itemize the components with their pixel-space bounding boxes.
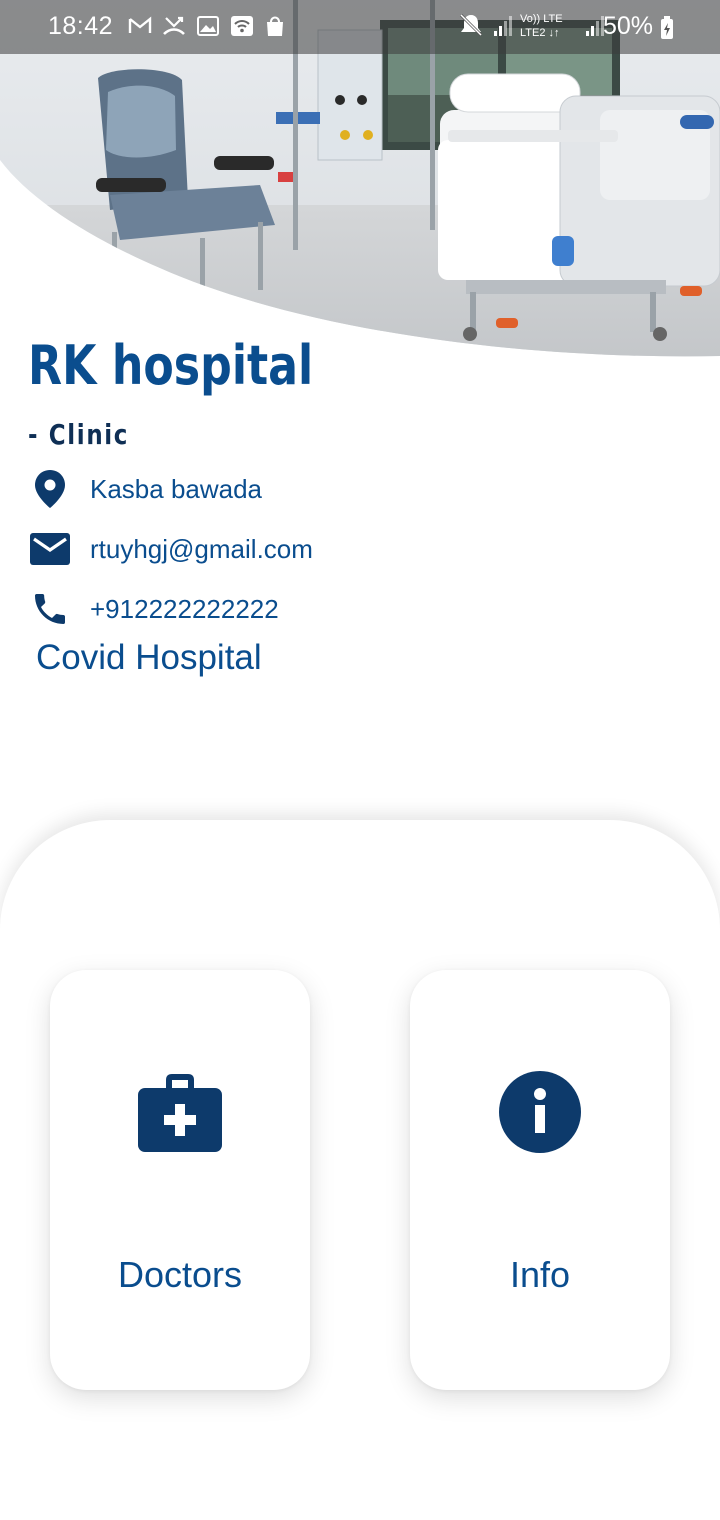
hospital-room-photo bbox=[0, 0, 720, 360]
address-row[interactable]: Kasba bawada bbox=[28, 467, 262, 511]
email-text: rtuyhgj@gmail.com bbox=[90, 533, 313, 564]
svg-text:Vo)) LTE: Vo)) LTE bbox=[520, 13, 563, 25]
info-icon bbox=[498, 1070, 582, 1154]
status-time: 18:42 bbox=[48, 12, 114, 40]
missed-call-icon bbox=[162, 15, 186, 42]
medical-bag-icon bbox=[138, 1070, 222, 1154]
shopping-bag-icon bbox=[264, 14, 286, 43]
battery-charging-icon bbox=[660, 16, 674, 45]
phone-text: +912222222222 bbox=[90, 593, 279, 624]
info-card[interactable]: Info bbox=[410, 970, 670, 1390]
wifi-icon bbox=[230, 15, 254, 42]
phone-row[interactable]: +912222222222 bbox=[28, 587, 279, 631]
gmail-icon bbox=[128, 16, 152, 41]
email-row[interactable]: rtuyhgj@gmail.com bbox=[28, 527, 313, 571]
signal-icon bbox=[584, 13, 604, 42]
phone-icon bbox=[28, 587, 72, 631]
hospital-type: - Clinic bbox=[28, 418, 130, 451]
gallery-icon bbox=[196, 15, 220, 42]
mute-icon bbox=[458, 12, 484, 43]
info-label: Info bbox=[509, 1254, 571, 1295]
doctors-label: Doctors bbox=[117, 1254, 243, 1295]
email-icon bbox=[28, 527, 72, 571]
status-bar: 18:42 Vo)) LTE LTE2 ↓↑ 50% bbox=[0, 0, 720, 54]
signal-icon bbox=[492, 13, 512, 42]
hospital-category: Covid Hospital bbox=[36, 638, 262, 677]
volte-icon: Vo)) LTE LTE2 ↓↑ bbox=[520, 10, 576, 45]
battery-percent: 50% bbox=[603, 12, 654, 40]
location-pin-icon bbox=[28, 467, 72, 511]
doctors-card[interactable]: Doctors bbox=[50, 970, 310, 1390]
svg-text:LTE2 ↓↑: LTE2 ↓↑ bbox=[520, 27, 560, 39]
hospital-name: RK hospital bbox=[28, 334, 314, 397]
address-text: Kasba bawada bbox=[90, 473, 263, 504]
